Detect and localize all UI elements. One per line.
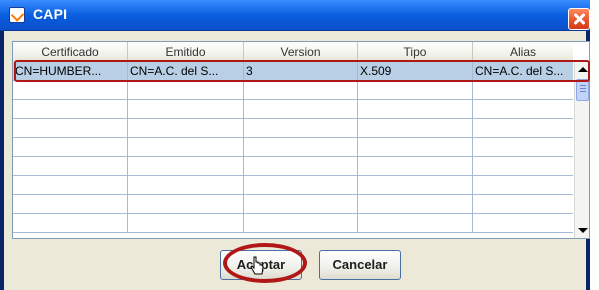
window-title: CAPI — [33, 6, 68, 22]
table-header: Certificado Emitido Version Tipo Alias — [13, 42, 573, 63]
cell-alias: CN=A.C. del S... — [475, 64, 564, 78]
empty-cell — [244, 81, 358, 99]
empty-cell — [473, 119, 573, 137]
empty-cell — [128, 214, 244, 232]
empty-cell — [473, 195, 573, 213]
vertical-scrollbar[interactable] — [574, 62, 589, 238]
title-bar[interactable]: CAPI — [0, 0, 590, 31]
empty-cell — [128, 81, 244, 99]
column-header-certificado[interactable]: Certificado — [13, 42, 128, 62]
table-row-empty[interactable] — [13, 157, 573, 176]
empty-cell — [13, 214, 128, 232]
empty-cell — [358, 195, 473, 213]
certificates-table: Certificado Emitido Version Tipo Alias C… — [12, 41, 590, 239]
cell-emitido: CN=A.C. del S... — [128, 62, 244, 80]
empty-cell — [128, 138, 244, 156]
empty-cell — [244, 176, 358, 194]
cell-version: 3 — [244, 62, 358, 80]
table-row-empty[interactable] — [13, 176, 573, 195]
column-header-version[interactable]: Version — [244, 42, 358, 62]
empty-cell — [473, 157, 573, 175]
empty-cell — [128, 100, 244, 118]
column-header-alias[interactable]: Alias — [473, 42, 573, 62]
java-icon — [9, 7, 25, 23]
empty-cell — [473, 138, 573, 156]
table-row-empty[interactable] — [13, 214, 573, 233]
scroll-down-arrow-icon[interactable] — [575, 223, 589, 238]
empty-cell — [128, 157, 244, 175]
empty-cell — [358, 100, 473, 118]
empty-cell — [244, 119, 358, 137]
table-row-empty[interactable] — [13, 195, 573, 214]
table-row-empty[interactable] — [13, 81, 573, 100]
column-header-emitido[interactable]: Emitido — [128, 42, 244, 62]
empty-cell — [473, 81, 573, 99]
close-button[interactable] — [568, 8, 590, 30]
table-row-empty[interactable] — [13, 100, 573, 119]
empty-cell — [13, 100, 128, 118]
empty-cell — [13, 81, 128, 99]
empty-cell — [244, 138, 358, 156]
scroll-up-arrow-icon[interactable] — [575, 62, 589, 77]
empty-cell — [13, 195, 128, 213]
empty-cell — [473, 176, 573, 194]
cell-tipo: X.509 — [358, 62, 473, 80]
capi-dialog: CAPI Certificado Emitido Version Tipo Al… — [0, 0, 590, 290]
empty-cell — [473, 100, 573, 118]
cell-certificado: CN=HUMBER... — [13, 62, 128, 80]
empty-cell — [358, 176, 473, 194]
table-row-empty[interactable] — [13, 119, 573, 138]
empty-cell — [244, 214, 358, 232]
empty-cell — [13, 138, 128, 156]
empty-cell — [244, 157, 358, 175]
empty-cell — [13, 157, 128, 175]
empty-cell — [128, 119, 244, 137]
scroll-thumb[interactable] — [576, 79, 589, 101]
empty-cell — [358, 214, 473, 232]
empty-cell — [358, 119, 473, 137]
table-row-empty[interactable] — [13, 138, 573, 157]
empty-cell — [358, 157, 473, 175]
empty-cell — [128, 195, 244, 213]
empty-cell — [244, 100, 358, 118]
accept-button[interactable]: Aceptar — [220, 250, 302, 280]
empty-cell — [358, 81, 473, 99]
cancel-button[interactable]: Cancelar — [319, 250, 401, 280]
column-header-tipo[interactable]: Tipo — [358, 42, 473, 62]
empty-cell — [13, 119, 128, 137]
empty-cell — [473, 214, 573, 232]
empty-cell — [13, 176, 128, 194]
empty-cell — [358, 138, 473, 156]
empty-cell — [128, 176, 244, 194]
table-row[interactable]: CN=HUMBER... CN=A.C. del S... 3 X.509 CN… — [13, 62, 573, 81]
empty-cell — [244, 195, 358, 213]
